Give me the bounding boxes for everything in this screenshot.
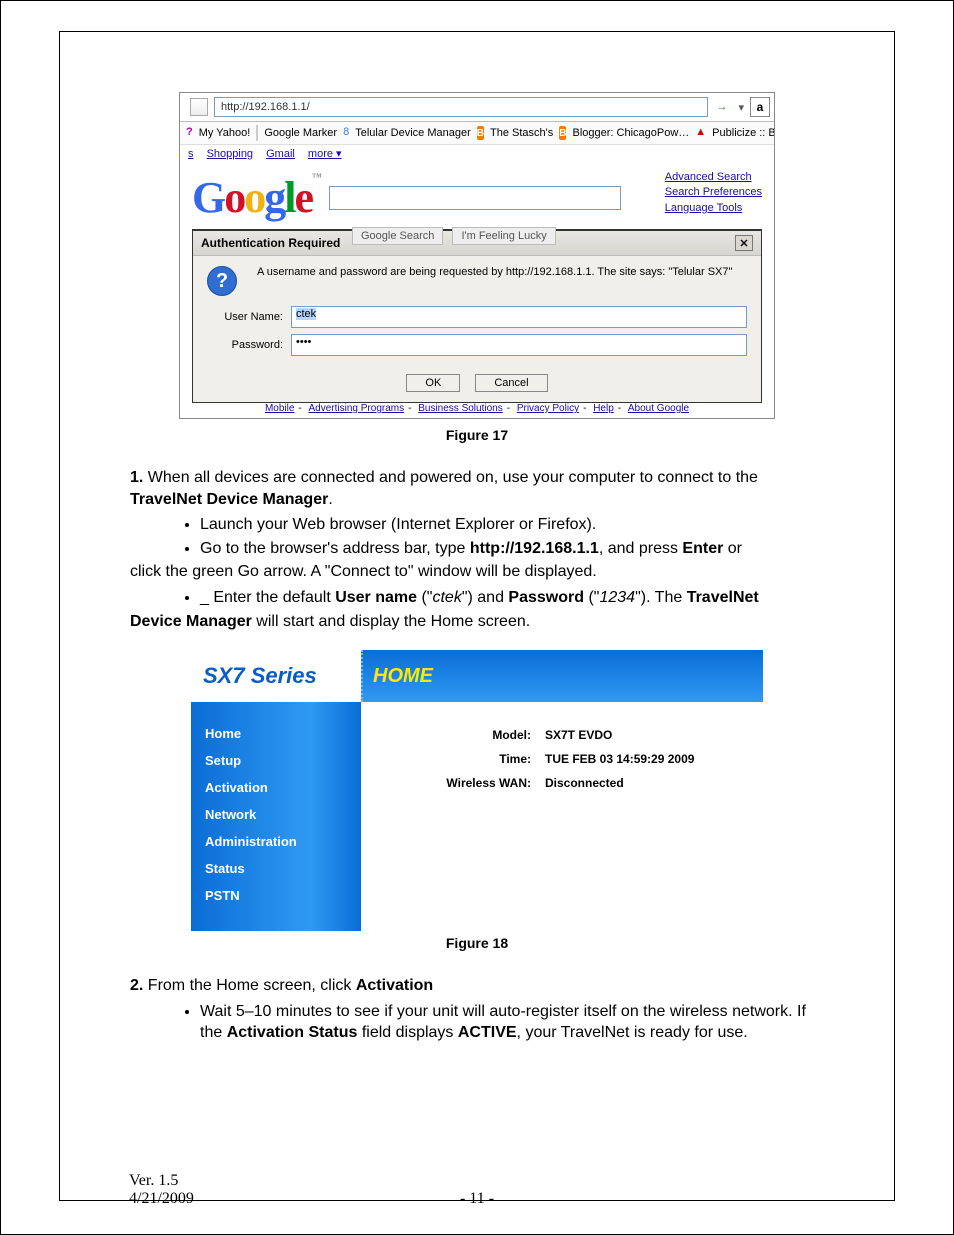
device-brand: SX7 Series xyxy=(191,650,361,702)
feeling-lucky-button[interactable]: I'm Feeling Lucky xyxy=(452,227,555,245)
auth-dialog: Authentication Required ✕ ? A username a… xyxy=(192,229,762,403)
bullet-launch-browser: Launch your Web browser (Internet Explor… xyxy=(200,514,824,536)
google-right-links: Advanced Search Search Preferences Langu… xyxy=(665,170,762,216)
address-bar-row: http://192.168.1.1/ → ▾ a xyxy=(180,93,774,122)
bookmark-google-marker[interactable]: Google Marker xyxy=(264,127,337,139)
go-arrow-icon[interactable]: → xyxy=(716,101,730,113)
page-footer: Ver. 1.5 4/21/2009 - 11 - xyxy=(129,1172,825,1208)
nav-network[interactable]: Network xyxy=(191,801,361,828)
question-icon: ? xyxy=(207,266,237,296)
nav-administration[interactable]: Administration xyxy=(191,828,361,855)
google-footer-links: Mobile- Advertising Programs- Business S… xyxy=(192,403,762,418)
google-search-area: Advanced Search Search Preferences Langu… xyxy=(180,162,774,418)
password-label: Password: xyxy=(207,339,283,351)
link-s[interactable]: s xyxy=(188,148,194,160)
username-input[interactable]: ctek xyxy=(291,306,747,328)
footer-version: Ver. 1.5 xyxy=(129,1172,825,1190)
link-advanced-search[interactable]: Advanced Search xyxy=(665,170,762,185)
bookmark-yahoo[interactable]: My Yahoo! xyxy=(199,127,251,139)
figure18-caption: Figure 18 xyxy=(130,935,824,951)
ok-button[interactable]: OK xyxy=(406,374,460,392)
google-search-button[interactable]: Google Search xyxy=(352,227,443,245)
nav-home[interactable]: Home xyxy=(191,720,361,747)
bookmark-publicize[interactable]: Publicize :: Buz xyxy=(712,127,774,139)
link-shopping[interactable]: Shopping xyxy=(207,148,254,160)
yahoo-icon: ? xyxy=(186,126,193,140)
dropdown-icon[interactable]: ▾ xyxy=(738,101,744,114)
blogger-icon: B xyxy=(477,126,484,140)
model-label: Model: xyxy=(371,728,545,742)
nav-status[interactable]: Status xyxy=(191,855,361,882)
publicize-icon: ▲ xyxy=(695,126,706,140)
bookmarks-bar: ? My Yahoo! Google Marker 8 Telular Device… xyxy=(180,122,774,145)
footer-link-about[interactable]: About Google xyxy=(628,403,689,414)
nav-activation[interactable]: Activation xyxy=(191,774,361,801)
page-icon xyxy=(190,98,208,116)
google-search-input[interactable] xyxy=(329,186,621,210)
time-label: Time: xyxy=(371,752,545,766)
status-table: Model:SX7T EVDO Time:TUE FEB 03 14:59:29… xyxy=(361,702,763,840)
figure17-caption: Figure 17 xyxy=(130,427,824,443)
link-search-preferences[interactable]: Search Preferences xyxy=(665,185,762,200)
doc-icon xyxy=(256,125,258,141)
address-input[interactable]: http://192.168.1.1/ xyxy=(214,97,708,117)
bookmark-telular[interactable]: Telular Device Manager xyxy=(355,127,471,139)
link-more[interactable]: more ▾ xyxy=(308,148,342,160)
auth-dialog-title: Authentication Required xyxy=(201,236,340,250)
instructions-block-1: 1. When all devices are connected and po… xyxy=(130,467,824,632)
figure18-device-manager: SX7 Series Home Setup Activation Network… xyxy=(191,650,763,931)
bullet-goto-address: Go to the browser's address bar, type ht… xyxy=(200,538,824,560)
wwan-label: Wireless WAN: xyxy=(371,776,545,790)
page-number: - 11 - xyxy=(129,1190,825,1208)
instructions-block-2: 2. From the Home screen, click Activatio… xyxy=(130,975,824,1044)
bookmark-stasch[interactable]: The Stasch's xyxy=(490,127,553,139)
google-top-links: s Shopping Gmail more ▾ xyxy=(180,145,774,162)
amazon-icon[interactable]: a xyxy=(750,97,770,117)
footer-link-help[interactable]: Help xyxy=(593,403,614,414)
time-value: TUE FEB 03 14:59:29 2009 xyxy=(545,752,694,766)
bullet-wait-activation: Wait 5–10 minutes to see if your unit wi… xyxy=(200,1001,824,1044)
google-logo: Google™ xyxy=(192,173,320,222)
nav-setup[interactable]: Setup xyxy=(191,747,361,774)
auth-message: A username and password are being reques… xyxy=(257,266,747,278)
nav-pstn[interactable]: PSTN xyxy=(191,882,361,909)
password-input[interactable]: •••• xyxy=(291,334,747,356)
footer-link-mobile[interactable]: Mobile xyxy=(265,403,294,414)
home-banner: HOME xyxy=(361,650,763,702)
link-gmail[interactable]: Gmail xyxy=(266,148,295,160)
wwan-value: Disconnected xyxy=(545,776,624,790)
figure17-browser: http://192.168.1.1/ → ▾ a ? My Yahoo! Goo… xyxy=(179,92,775,419)
model-value: SX7T EVDO xyxy=(545,728,612,742)
footer-link-advertising[interactable]: Advertising Programs xyxy=(309,403,405,414)
footer-link-privacy[interactable]: Privacy Policy xyxy=(517,403,579,414)
username-label: User Name: xyxy=(207,311,283,323)
close-icon[interactable]: ✕ xyxy=(735,235,753,251)
cancel-button[interactable]: Cancel xyxy=(475,374,547,392)
footer-link-business[interactable]: Business Solutions xyxy=(418,403,503,414)
bullet-enter-credentials: _ Enter the default User name ("ctek") a… xyxy=(200,587,824,609)
link-language-tools[interactable]: Language Tools xyxy=(665,201,762,216)
blogger-icon: B xyxy=(559,126,566,140)
telular-icon: 8 xyxy=(343,126,349,140)
side-nav: Home Setup Activation Network Administra… xyxy=(191,702,361,931)
bookmark-blogger[interactable]: Blogger: ChicagoPow… xyxy=(572,127,689,139)
